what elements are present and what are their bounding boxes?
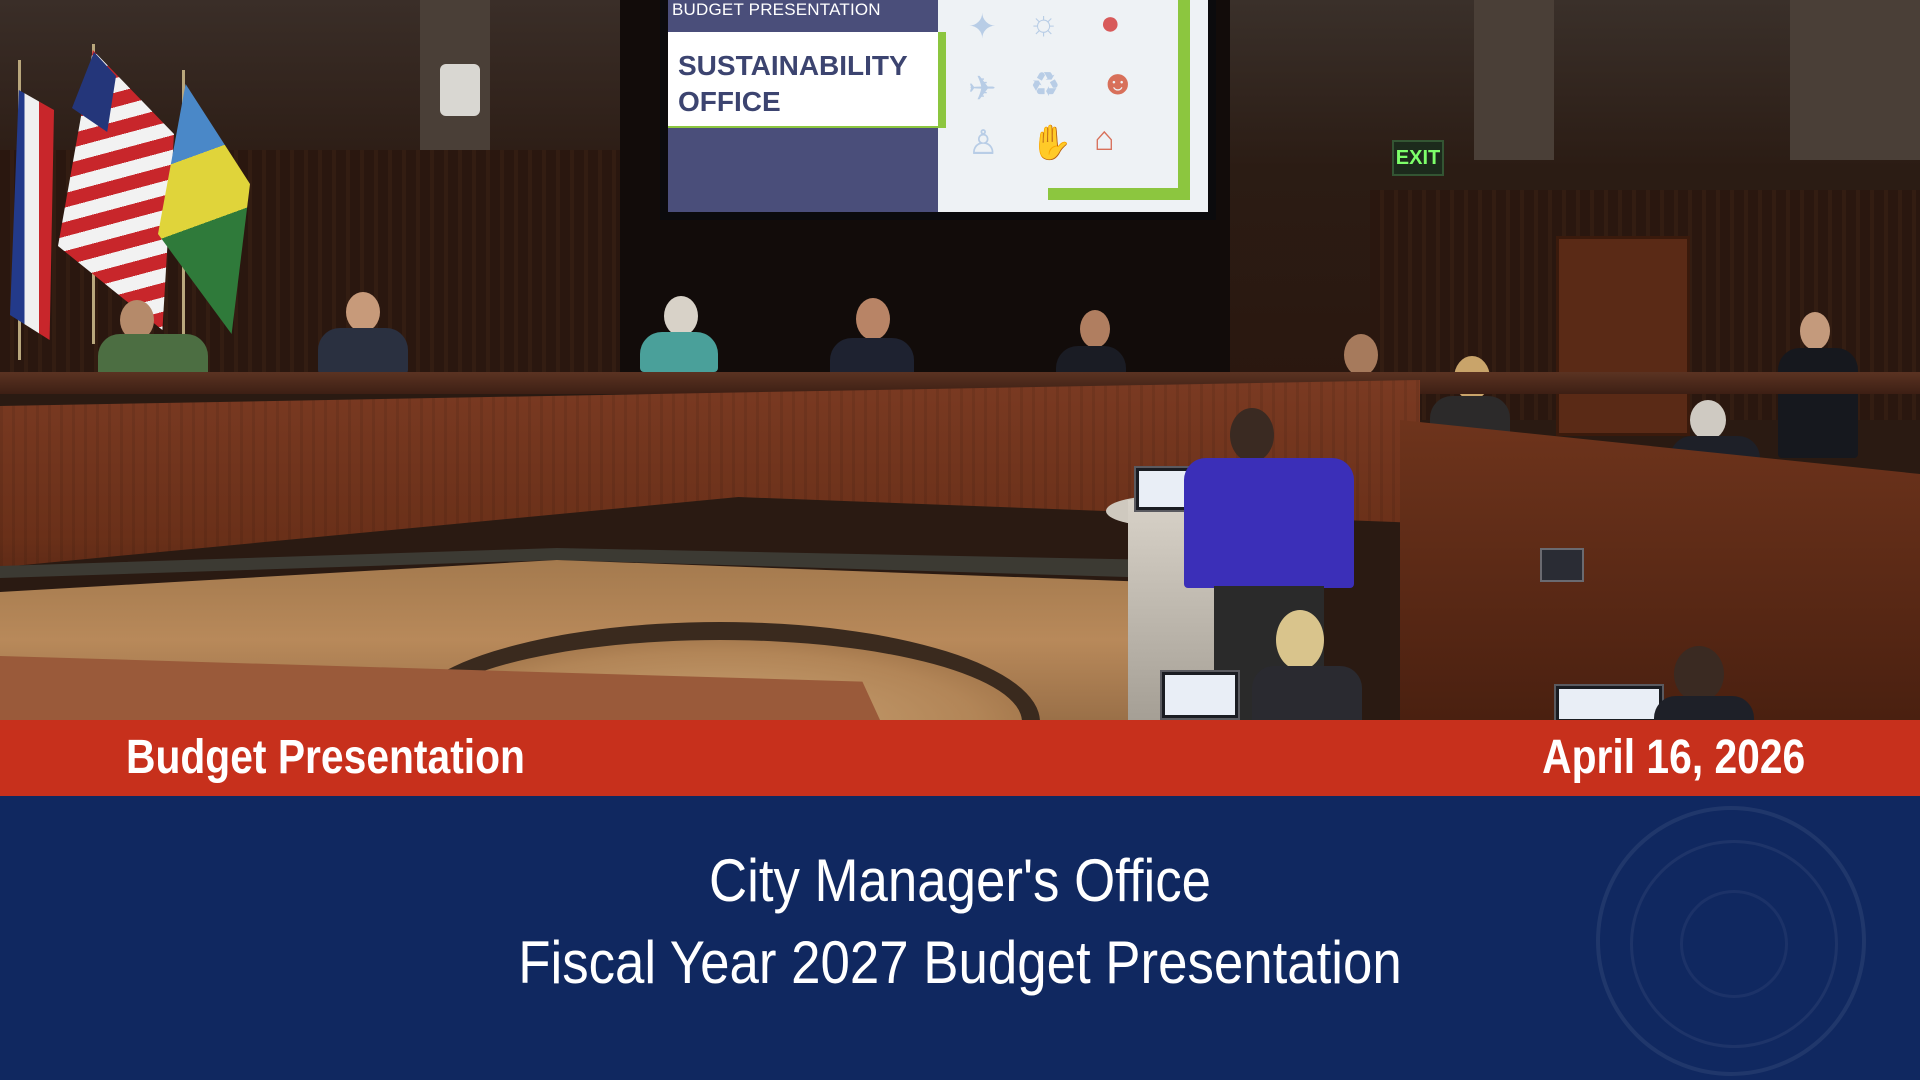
plane-icon: ✈ [968,70,997,108]
staff-desk [1400,420,1920,720]
laptop [1160,670,1240,720]
torso [640,332,718,372]
hand-icon: ✋ [1030,124,1073,162]
ceiling-beam [1474,0,1554,160]
torso [1654,696,1754,720]
door [1556,236,1690,436]
laptop-screen [1559,689,1659,719]
leaf-icon: ✦ [968,8,997,46]
wall-camera [440,64,480,116]
caption-line-department: City Manager's Office [708,847,1212,914]
caption-line-topic: Fiscal Year 2027 Budget Presentation [518,929,1402,996]
head [664,296,698,336]
ceiling-beam [1790,0,1920,160]
head [856,298,890,340]
torso [1252,666,1362,720]
slide-header: BUDGET PRESENTATION [672,0,881,19]
head [346,292,380,332]
sun-icon: ☼ [1028,4,1060,42]
slide-title-box: SUSTAINABILITY OFFICE [668,32,946,128]
date-label: April 16, 2026 [1542,731,1806,784]
torso [318,328,408,374]
slide-title-line: SUSTAINABILITY [678,50,908,81]
video-frame: BUDGET PRESENTATION SUSTAINABILITY OFFIC… [0,0,1920,720]
laptop-screen [1165,675,1235,715]
recycle-icon: ♻ [1030,66,1061,104]
torso [1778,348,1858,458]
apple-icon: ● [1100,4,1121,42]
torso [1184,458,1354,588]
slide-title: SUSTAINABILITY OFFICE [678,48,938,120]
slide-title-line: OFFICE [678,86,781,117]
head-icon: ☻ [1100,64,1136,102]
projection-screen: BUDGET PRESENTATION SUSTAINABILITY OFFIC… [668,0,1208,212]
head [1800,312,1830,350]
exit-sign: EXIT [1392,140,1444,176]
head [1230,408,1274,462]
desk-phone [1540,548,1584,582]
home-icon: ⌂ [1094,120,1115,158]
lower-third-red-bar: Budget Presentation April 16, 2026 [0,720,1920,796]
head [1080,310,1110,348]
head [1690,400,1726,440]
head [1344,334,1378,376]
lower-third-blue-bar: City Manager's Office Fiscal Year 2027 B… [0,796,1920,1080]
head [1674,646,1724,702]
head [1276,610,1324,670]
person-icon: ♙ [968,124,999,162]
laptop [1554,684,1664,720]
